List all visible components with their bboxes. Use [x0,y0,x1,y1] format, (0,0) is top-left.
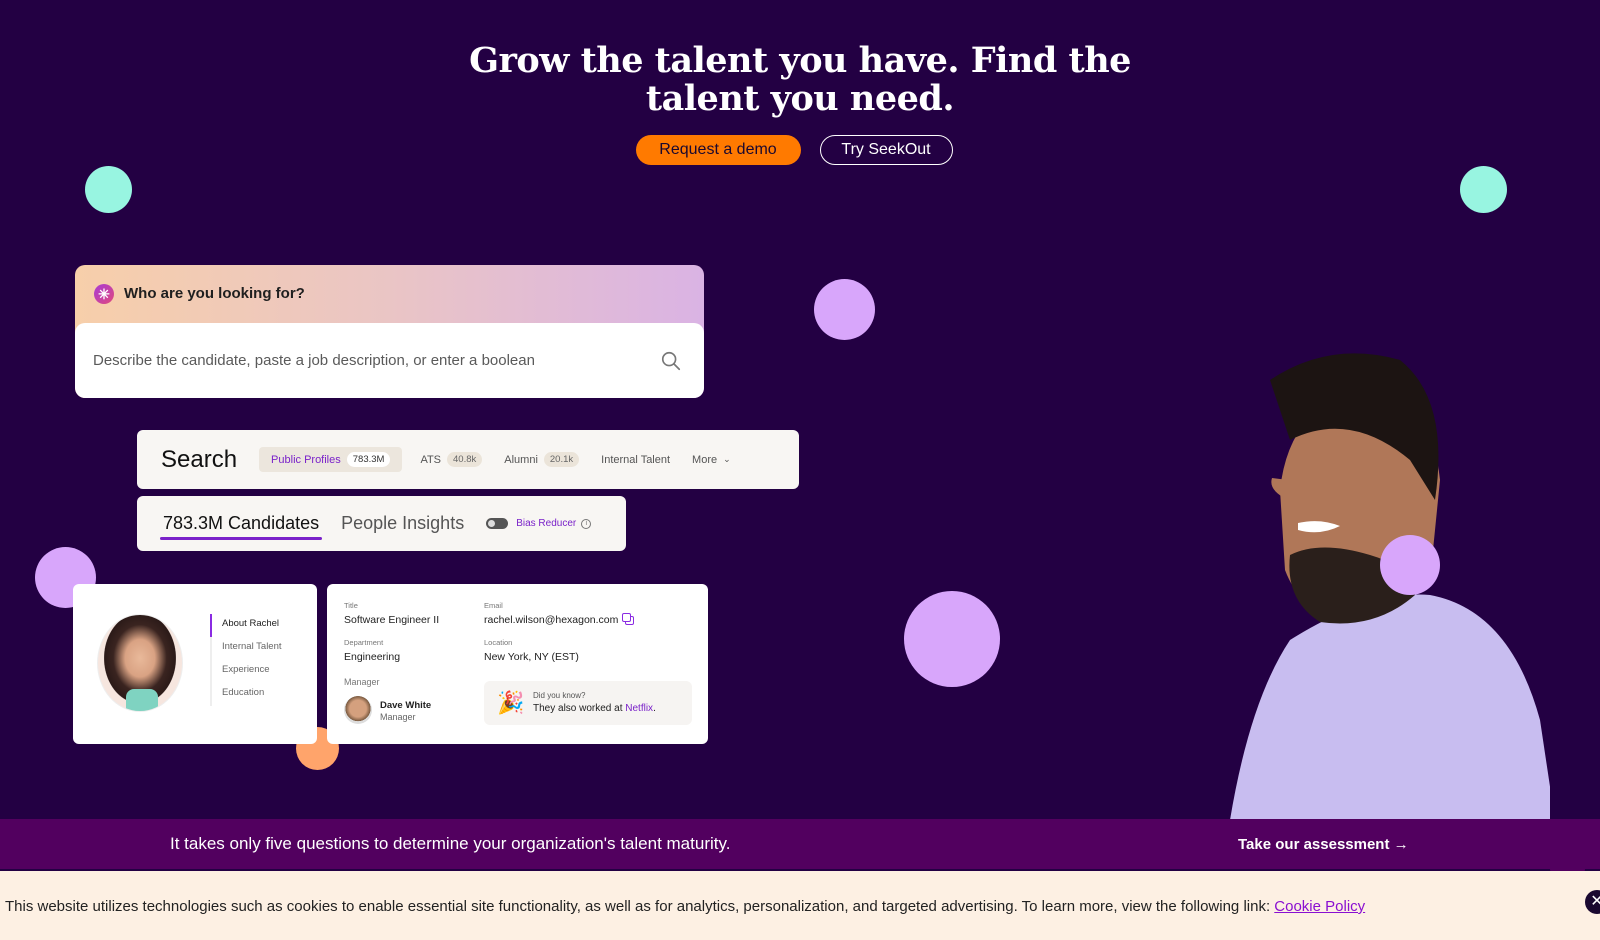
tab-alumni[interactable]: Alumni 20.1k [504,452,580,467]
candidate-search-input[interactable] [93,352,660,369]
count-badge: 20.1k [543,452,580,467]
field-label: Email [484,601,503,610]
tab-ats[interactable]: ATS 40.8k [420,452,483,467]
bias-reducer-label: Bias Reducer [516,518,577,529]
title-field: Title Software Engineer II [344,601,439,626]
avatar [97,614,183,712]
tab-label: More [692,453,718,466]
profile-nav-education[interactable]: Education [212,683,282,706]
prompt-card: ✳ Who are you looking for? [75,265,704,398]
field-value: New York, NY (EST) [484,651,579,663]
cookie-policy-link[interactable]: Cookie Policy [1274,898,1365,915]
prompt-input-container [75,323,704,398]
search-title: Search [161,445,238,473]
sparkle-icon: ✳ [94,283,114,304]
request-demo-button[interactable]: Request a demo [635,135,801,165]
field-label: Location [484,638,513,647]
department-field: Department Engineering [344,638,400,663]
hero-title-line-1: Grow the talent you have. Find the [469,40,1131,81]
details-card: Title Software Engineer II Email rachel.… [327,584,708,744]
hero-title-line-2: talent you need. [645,78,955,119]
field-value: Engineering [344,651,401,663]
manager-avatar [344,696,372,724]
cta-row: Request a demo Try SeekOut [0,135,1600,165]
did-you-know-label: Did you know? [533,691,586,700]
profile-card: About Rachel Internal Talent Experience … [73,584,317,744]
dyk-suffix: . [653,703,656,714]
cookie-banner: This website utilizes technologies such … [0,871,1600,940]
hero-title: Grow the talent you have. Find the talen… [0,42,1600,118]
try-seekout-button[interactable]: Try SeekOut [819,135,953,165]
manager-role: Manager [380,712,416,722]
tab-candidates[interactable]: 783.3M Candidates [159,513,323,540]
prompt-header: ✳ Who are you looking for? [75,265,704,322]
candidates-bar: 783.3M Candidates People Insights Bias R… [137,496,626,551]
manager-name[interactable]: Dave White [380,700,431,711]
field-label: Department [344,638,384,647]
search-icon[interactable] [660,350,682,372]
close-icon[interactable]: ✕ [1585,890,1600,914]
field-value: rachel.wilson@hexagon.com [484,614,619,626]
tab-label: ATS [420,453,442,466]
decorative-dot [85,166,132,213]
tab-more[interactable]: More ⌄ [692,454,731,466]
manager-field: Manager [344,677,380,691]
field-label: Manager [344,677,380,687]
location-field: Location New York, NY (EST) [484,638,579,663]
profile-nav: About Rachel Internal Talent Experience … [210,614,282,706]
take-assessment-link[interactable]: Take our assessment → [1238,836,1409,853]
field-label: Title [344,601,358,610]
tab-internal-talent[interactable]: Internal Talent [601,454,670,466]
dyk-text: They also worked at [533,703,626,714]
copy-icon[interactable] [622,612,635,625]
profile-nav-about[interactable]: About Rachel [210,614,282,637]
party-popper-icon: 🎉 [497,690,525,715]
tab-public-profiles[interactable]: Public Profiles 783.3M [259,447,403,472]
bias-reducer-toggle[interactable] [486,518,509,529]
field-value: Software Engineer II [344,614,440,626]
tab-label: Alumni [504,453,538,466]
info-icon[interactable]: i [581,518,592,529]
decorative-dot [1380,535,1440,595]
decorative-dot [904,591,1000,687]
profile-nav-experience[interactable]: Experience [212,660,282,683]
company-link[interactable]: Netflix [625,703,653,714]
tab-label: Public Profiles [271,453,341,466]
decorative-dot [1460,166,1507,213]
tab-people-insights[interactable]: People Insights [341,513,464,534]
search-source-bar: Search Public Profiles 783.3M ATS 40.8k … [137,430,799,489]
prompt-label: Who are you looking for? [124,285,305,302]
tab-label: Internal Talent [601,453,671,466]
shirt-shape [1230,594,1550,820]
count-badge: 40.8k [447,452,483,467]
did-you-know-text: They also worked at Netflix. [533,703,656,714]
count-badge: 783.3M [346,452,391,467]
banner-text: It takes only five questions to determin… [170,834,731,853]
hero-portrait-image [1230,353,1550,820]
email-field: Email rachel.wilson@hexagon.com [484,601,635,626]
cookie-message: This website utilizes technologies such … [5,898,1275,915]
chevron-down-icon: ⌄ [723,454,731,464]
profile-nav-internal-talent[interactable]: Internal Talent [212,637,282,660]
assessment-banner: It takes only five questions to determin… [0,819,1600,869]
did-you-know-callout: 🎉 Did you know? They also worked at Netf… [484,681,692,725]
decorative-dot [814,279,875,340]
cookie-text: This website utilizes technologies such … [5,898,1365,915]
